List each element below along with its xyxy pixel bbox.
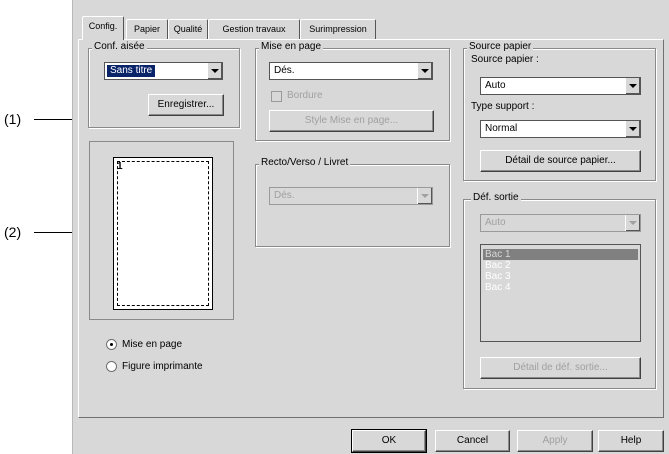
tab-config[interactable]: Config. — [82, 16, 124, 40]
tab-config-label: Config. — [88, 21, 118, 31]
tab-gestion-travaux-label: Gestion travaux — [222, 24, 286, 34]
chevron-down-icon[interactable] — [417, 188, 432, 204]
list-item[interactable]: Bac 4 — [483, 282, 511, 293]
preview-printable-area — [117, 161, 209, 306]
radio-mise-en-page[interactable] — [106, 339, 117, 350]
source-papier-select[interactable]: Auto — [480, 77, 641, 95]
conf-aisee-title: Conf. aisée — [92, 41, 147, 53]
recto-verso-value: Dés. — [274, 190, 295, 201]
list-item[interactable]: Bac 1 — [483, 249, 638, 260]
mise-en-page-title: Mise en page — [259, 41, 324, 53]
tab-qualite[interactable]: Qualité — [168, 19, 208, 39]
radio-figure-imprimante[interactable] — [106, 361, 117, 372]
chevron-down-icon[interactable] — [207, 63, 222, 79]
def-sortie-value: Auto — [485, 217, 506, 228]
detail-source-papier-button[interactable]: Détail de source papier... — [480, 150, 641, 172]
tab-gestion-travaux[interactable]: Gestion travaux — [208, 19, 300, 39]
tab-papier-label: Papier — [133, 24, 160, 34]
chevron-down-icon[interactable] — [625, 215, 640, 231]
bordure-checkbox[interactable] — [271, 91, 282, 102]
chevron-down-icon[interactable] — [625, 121, 640, 137]
chevron-down-icon[interactable] — [625, 78, 640, 94]
list-item[interactable]: Bac 3 — [483, 271, 511, 282]
list-item[interactable]: Bac 2 — [483, 260, 511, 271]
tab-surimpression[interactable]: Surimpression — [300, 19, 376, 39]
type-support-value: Normal — [485, 123, 518, 134]
mise-en-page-value: Dés. — [274, 65, 295, 76]
def-sortie-select[interactable]: Auto — [480, 214, 641, 232]
output-tray-list[interactable]: Bac 1 Bac 2 Bac 3 Bac 4 — [480, 244, 641, 342]
save-button[interactable]: Enregistrer... — [148, 94, 224, 116]
callout-1: (1) — [4, 111, 22, 127]
apply-button[interactable]: Apply — [517, 430, 593, 452]
callout-2: (2) — [4, 224, 22, 240]
chevron-down-icon[interactable] — [417, 63, 432, 79]
type-support-select[interactable]: Normal — [480, 120, 641, 138]
preview-page — [113, 157, 213, 310]
conf-aisee-value: Sans titre — [107, 65, 156, 77]
ok-button[interactable]: OK — [351, 429, 427, 453]
preview-page-number: 1 — [117, 161, 123, 172]
style-mise-en-page-button[interactable]: Style Mise en page... — [269, 110, 434, 132]
bordure-label: Bordure — [287, 90, 323, 101]
type-support-label: Type support : — [471, 101, 535, 112]
source-papier-value: Auto — [485, 80, 506, 91]
recto-verso-select[interactable]: Dés. — [269, 187, 433, 205]
conf-aisee-group — [88, 48, 240, 128]
tab-qualite-label: Qualité — [173, 24, 203, 34]
source-papier-title: Source papier — [467, 41, 534, 53]
def-sortie-title: Déf. sortie — [471, 192, 521, 204]
recto-verso-title: Recto/Verso / Livret — [259, 157, 351, 169]
recto-verso-group — [255, 164, 450, 247]
cancel-button[interactable]: Cancel — [435, 430, 510, 452]
radio-mise-en-page-label[interactable]: Mise en page — [122, 339, 182, 351]
tab-papier[interactable]: Papier — [126, 19, 168, 39]
mise-en-page-select[interactable]: Dés. — [269, 62, 433, 80]
detail-def-sortie-button[interactable]: Détail de déf. sortie... — [480, 357, 641, 379]
conf-aisee-select[interactable]: Sans titre — [104, 62, 223, 80]
help-button[interactable]: Help — [598, 430, 664, 452]
source-papier-label: Source papier : — [471, 54, 539, 65]
tab-surimpression-label: Surimpression — [309, 24, 367, 34]
radio-figure-imprimante-label[interactable]: Figure imprimante — [122, 361, 203, 373]
